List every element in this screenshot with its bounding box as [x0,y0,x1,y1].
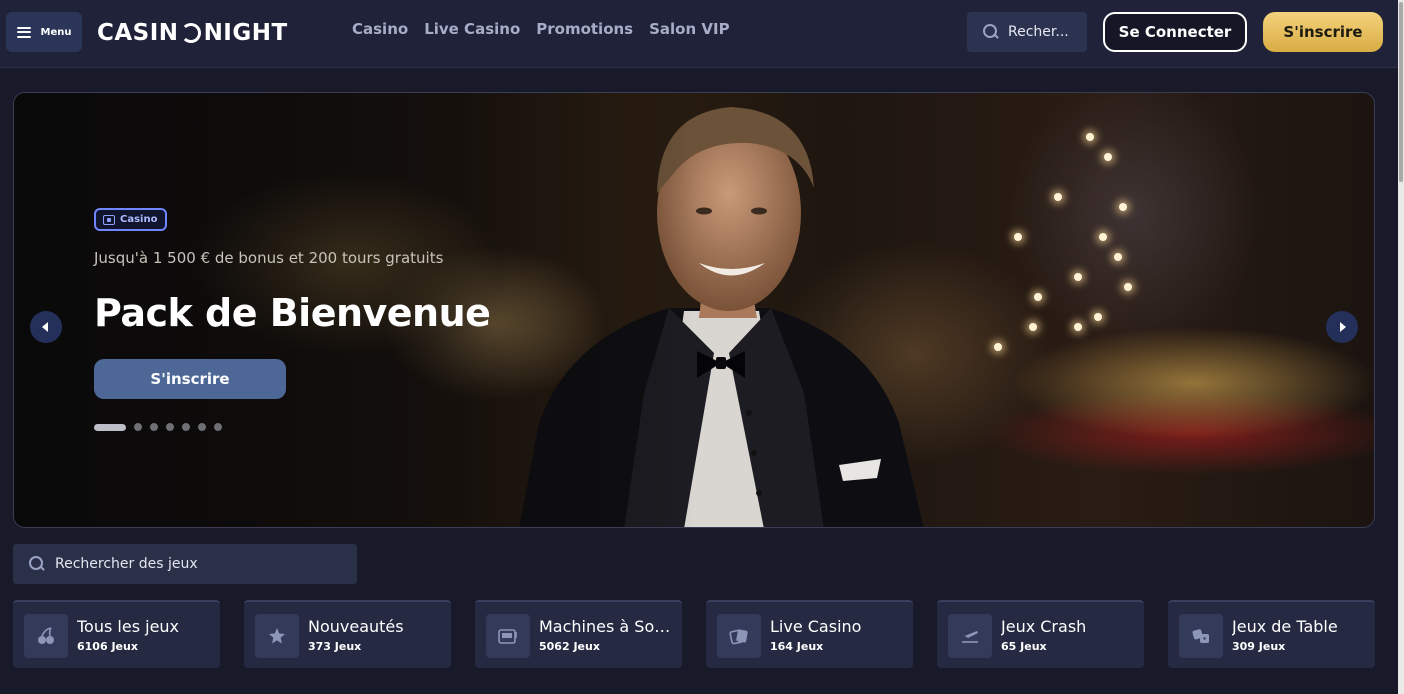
hero-banner: Casino Jusqu'à 1 500 € de bonus et 200 t… [13,92,1375,528]
casino-cards-icon [103,214,115,225]
category-name: Machines à Sous [539,617,671,636]
category-table-games[interactable]: Jeux de Table 309 Jeux [1168,600,1375,668]
header-search-placeholder: Recher... [1008,24,1069,40]
carousel-next-button[interactable] [1326,311,1358,343]
category-slots[interactable]: Machines à Sous 5062 Jeux [475,600,682,668]
header-search[interactable]: Recher... [967,12,1087,52]
search-icon [983,24,999,40]
main-nav: Casino Live Casino Promotions Salon VIP [352,20,730,38]
category-name: Tous les jeux [77,617,180,636]
dice-icon [1179,614,1223,658]
category-count: 164 Jeux [770,640,824,653]
menu-button[interactable]: Menu [6,12,82,52]
category-live-casino[interactable]: Live Casino 164 Jeux [706,600,913,668]
page-scrollbar[interactable] [1398,0,1404,694]
signup-button[interactable]: S'inscrire [1263,12,1383,52]
login-button[interactable]: Se Connecter [1103,12,1247,52]
arrow-right-icon [1340,322,1346,332]
carousel-prev-button[interactable] [30,311,62,343]
carousel-dot-5[interactable] [182,423,190,431]
carousel-dot-6[interactable] [198,423,206,431]
hero-subtitle: Jusqu'à 1 500 € de bonus et 200 tours gr… [94,249,444,267]
badge-label: Casino [120,214,158,225]
logo-moon-icon [180,23,201,43]
menu-label: Menu [40,26,72,38]
nav-casino[interactable]: Casino [352,20,408,38]
casino-badge: Casino [94,208,168,231]
star-icon [255,614,299,658]
top-header: Menu CASIN NIGHT Casino Live Casino Prom… [0,0,1398,68]
casino-night-logo[interactable]: CASIN NIGHT [97,18,288,48]
category-all-games[interactable]: Tous les jeux 6106 Jeux [13,600,220,668]
hero-title: Pack de Bienvenue [94,291,491,335]
category-count: 6106 Jeux [77,640,138,653]
category-name: Live Casino [770,617,862,636]
category-new[interactable]: Nouveautés 373 Jeux [244,600,451,668]
nav-live-casino[interactable]: Live Casino [424,20,520,38]
category-crash-games[interactable]: Jeux Crash 65 Jeux [937,600,1144,668]
category-name: Nouveautés [308,617,404,636]
search-icon [29,556,45,572]
carousel-dot-3[interactable] [150,423,158,431]
nav-salon-vip[interactable]: Salon VIP [649,20,729,38]
logo-text-right: NIGHT [203,20,288,46]
category-count: 309 Jeux [1232,640,1286,653]
category-name: Jeux de Table [1232,617,1338,636]
live-cards-icon [717,614,761,658]
game-search-placeholder: Rechercher des jeux [55,556,198,572]
carousel-dot-7[interactable] [214,423,222,431]
hamburger-icon [16,26,31,38]
category-count: 373 Jeux [308,640,362,653]
category-count: 65 Jeux [1001,640,1047,653]
logo-text-left: CASIN [97,20,179,46]
slot-machine-icon [486,614,530,658]
category-count: 5062 Jeux [539,640,600,653]
game-search-input[interactable]: Rechercher des jeux [13,544,357,584]
carousel-dot-4[interactable] [166,423,174,431]
arrow-left-icon [42,322,48,332]
cherries-icon [24,614,68,658]
carousel-dot-2[interactable] [134,423,142,431]
plane-icon [948,614,992,658]
carousel-dot-1[interactable] [94,423,126,431]
scrollbar-thumb[interactable] [1399,2,1403,182]
nav-promotions[interactable]: Promotions [536,20,633,38]
carousel-dots [94,423,222,431]
hero-signup-button[interactable]: S'inscrire [94,359,286,399]
category-name: Jeux Crash [1001,617,1087,636]
